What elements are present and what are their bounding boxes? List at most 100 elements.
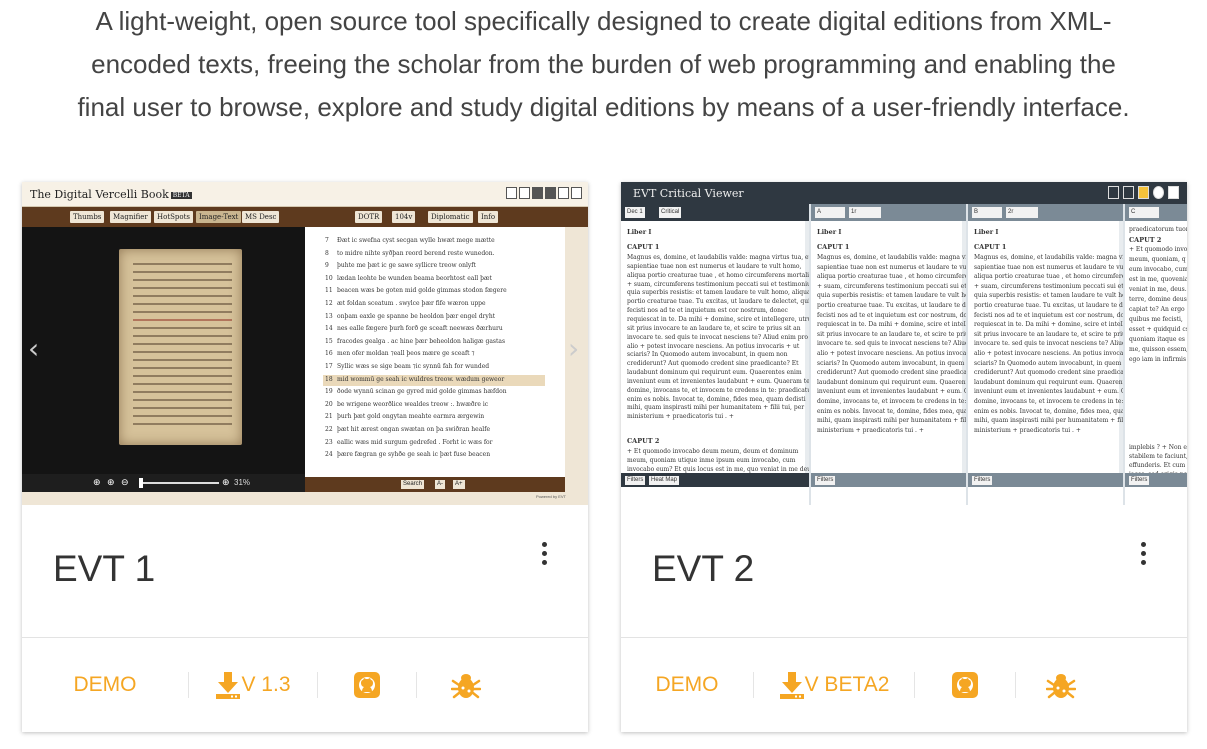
witness-text-line: me, quisson essem, bbox=[1129, 346, 1187, 353]
ms-desc-button: MS Desc bbox=[242, 211, 280, 223]
filters-button: Filters bbox=[1129, 476, 1150, 485]
column-toolbar: C bbox=[1125, 204, 1187, 221]
witness-text-line: aliqua portio creaturae tuae , et homo c… bbox=[817, 273, 966, 281]
critical-text-line: meum, quoniam utique inme ipsum eum invo… bbox=[627, 456, 796, 464]
critical-text-line: inveniunt eum et invenientes laudabunt +… bbox=[627, 377, 809, 385]
report-bug-link[interactable] bbox=[1016, 670, 1106, 700]
witness-b-column: B 2r Liber I CAPUT 1 Magnus es, domine, et… bbox=[968, 204, 1123, 505]
witness-text-line: ministerium + praedicatoris tui . + bbox=[974, 426, 1081, 434]
column-footer: Filters Heat Map bbox=[621, 473, 809, 487]
transcription-pane: 7 Ðæt ic swefna cyst secgan wylle hwæt me… bbox=[305, 227, 565, 477]
evt1-screenshot[interactable]: The Digital Vercelli Book BETA Thumbs Mag… bbox=[22, 182, 588, 505]
next-page-arrow-icon: › bbox=[568, 332, 580, 365]
prev-page-arrow-icon: ‹ bbox=[28, 332, 40, 365]
witness-text-line: sit prius invocare te an laudare te, et … bbox=[974, 330, 1123, 338]
critical-text-line: + suam, circumferens testimonium peccati… bbox=[627, 280, 809, 288]
transcription-line: fracodes gealga . ac hine þær beheoldon … bbox=[337, 337, 506, 345]
witness-view-icon bbox=[1138, 186, 1149, 199]
report-bug-link[interactable] bbox=[417, 670, 515, 700]
zoom-percent: 31% bbox=[234, 478, 251, 487]
witness-text-line: invocare te. sed quis te invocat nescien… bbox=[974, 340, 1123, 348]
witness-text-line: terre, domine deus bbox=[1129, 296, 1187, 303]
more-options-icon[interactable] bbox=[1139, 542, 1147, 568]
witness-text-line: est in me, quovenia bbox=[1129, 276, 1187, 283]
line-number: 7 bbox=[325, 237, 329, 244]
filters-button: Filters bbox=[972, 476, 993, 485]
evt2-screenshot[interactable]: EVT Critical Viewer Dec 1 Critical Liber… bbox=[621, 182, 1187, 505]
github-icon bbox=[354, 672, 380, 698]
witness-text-line: inveniunt eum et invenientes laudabunt +… bbox=[817, 388, 966, 396]
critical-text-line: alio + potest invocare nesciens. An poti… bbox=[627, 342, 800, 350]
text-view-icon bbox=[1108, 186, 1119, 199]
transcription-line: þurh þæt gold ongytan meahte earmra ærge… bbox=[337, 413, 485, 421]
witness-b-select: B bbox=[972, 207, 1002, 218]
transcription-line: be wrigene weorðlice wealdes treow :. hw… bbox=[337, 400, 489, 408]
witness-text-line: meum, quoniam, q bbox=[1129, 256, 1186, 263]
evt1-app-topbar: The Digital Vercelli Book BETA bbox=[22, 182, 588, 207]
line-number: 17 bbox=[325, 363, 333, 370]
transcription-line: ðode wynnū scinan ge gyred mid golde gim… bbox=[337, 388, 507, 396]
column-footer: Filters bbox=[1125, 473, 1187, 487]
download-link[interactable]: V 1.3 bbox=[189, 670, 317, 700]
critical-text-line: requiescat in te. Da mihi + domine, scir… bbox=[627, 315, 809, 323]
doc-select: Dec 1 bbox=[625, 207, 645, 218]
critical-text-line: domine, invocans te, et invocem te crede… bbox=[627, 386, 809, 394]
powered-by-label: Powered by EVT bbox=[535, 494, 566, 499]
chapter-heading: CAPUT 2 bbox=[627, 437, 660, 445]
witness-text-line: portio creaturae tuae. Tu excitas, ut la… bbox=[817, 302, 966, 309]
transcription-line: þære fægran ge syhðe ge seah ic þæt fuse… bbox=[337, 451, 491, 459]
witness-text-line: Magnus es, domine, et laudabilis valde: … bbox=[974, 254, 1123, 261]
github-link[interactable] bbox=[915, 670, 1015, 700]
witness-text-line: requiescat in te. Da mihi + domine, scir… bbox=[817, 321, 966, 329]
critical-text-line: quia superbis resistis: et tamen laudare… bbox=[627, 289, 809, 297]
column-toolbar: Dec 1 Critical bbox=[621, 204, 809, 221]
transcription-line: lædan leohte be wunden beama beorhtost e… bbox=[337, 274, 492, 282]
witness-text-line: domine, invocans te, et invocem te crede… bbox=[974, 398, 1123, 405]
image-text-button: Image-Text bbox=[196, 211, 242, 223]
critical-text-line: crediderunt? Aut quomodo credent sine pr… bbox=[627, 360, 799, 368]
column-toolbar: B 2r bbox=[968, 204, 1123, 221]
zoom-fit-icon: ⊕ bbox=[93, 477, 101, 487]
download-link[interactable]: V BETA2 bbox=[754, 670, 914, 700]
line-number: 22 bbox=[325, 426, 333, 433]
zoom-out-icon: ⊖ bbox=[121, 477, 129, 487]
edition-select: Critical bbox=[659, 207, 682, 218]
line-number: 19 bbox=[325, 388, 333, 396]
intro-line-1: A light-weight, open source tool specifi… bbox=[95, 6, 1112, 36]
column-toolbar: A 1r bbox=[811, 204, 966, 221]
critical-text-line: enim es nobis. Invocat te, domine, fides… bbox=[627, 395, 806, 403]
transcription-footer: Search A- A+ bbox=[305, 477, 565, 492]
line-number: 20 bbox=[325, 400, 333, 408]
more-options-icon[interactable] bbox=[540, 542, 548, 568]
witness-c-column: C praedicatorum tuor CAPUT 2 + Et quomodo … bbox=[1125, 204, 1187, 505]
witness-text-line: fecisti nos ad te et inquietum est cor n… bbox=[974, 311, 1123, 319]
line-number: 8 bbox=[325, 249, 329, 257]
font-smaller-button: A- bbox=[435, 480, 445, 489]
zoom-in-icon: ⊕ bbox=[107, 477, 115, 487]
critical-text-line: aliqua portio creaturae tuae , et homo c… bbox=[627, 271, 809, 279]
witness-text-line: enim es nobis. Invocat te, domine, fides… bbox=[974, 407, 1123, 415]
witness-text-line: laudabunt dominum qui requirunt eum. Qua… bbox=[974, 378, 1123, 386]
witness-text-line: enim es nobis. Invocat te, domine, fides… bbox=[817, 407, 966, 415]
witness-text-line: domine, invocans te, et invocem te crede… bbox=[817, 398, 966, 405]
demo-link[interactable]: DEMO bbox=[22, 670, 188, 700]
witness-text-line: stabilem te faciunt, bbox=[1129, 453, 1187, 460]
witness-text-line: Magnus es, domine, et laudabilis valde: … bbox=[817, 254, 966, 261]
critical-text-line: + Et quomodo invocabo deum meum, deum et… bbox=[627, 448, 799, 455]
witness-text-line: crediderunt? Aut quomodo credent sine pr… bbox=[974, 369, 1123, 377]
critical-text-line: invocabo eum? Et quis locus est in me, q… bbox=[627, 465, 809, 473]
folio-a-select: 1r bbox=[849, 207, 881, 218]
witness-text-line: inveniunt eum et invenientes laudabunt +… bbox=[974, 388, 1123, 396]
chapter-heading: CAPUT 1 bbox=[817, 243, 850, 251]
evt2-card: EVT Critical Viewer Dec 1 Critical Liber… bbox=[621, 182, 1187, 732]
line-number: 21 bbox=[325, 413, 333, 421]
demo-link[interactable]: DEMO bbox=[621, 670, 753, 700]
github-link[interactable] bbox=[318, 670, 416, 700]
witness-text-line: invocare te. sed quis te invocat nescien… bbox=[817, 340, 966, 348]
witness-text-line: sapientiae tuae non est numerus et lauda… bbox=[974, 263, 1123, 271]
critical-text-column: Dec 1 Critical Liber I CAPUT 1 Magnus es, … bbox=[621, 204, 809, 505]
download-icon bbox=[779, 670, 805, 700]
witness-text-line: effunderis. Et cum e bbox=[1129, 462, 1187, 469]
magnifier-button: Magnifier bbox=[110, 211, 151, 223]
filters-button: Filters bbox=[815, 476, 836, 485]
